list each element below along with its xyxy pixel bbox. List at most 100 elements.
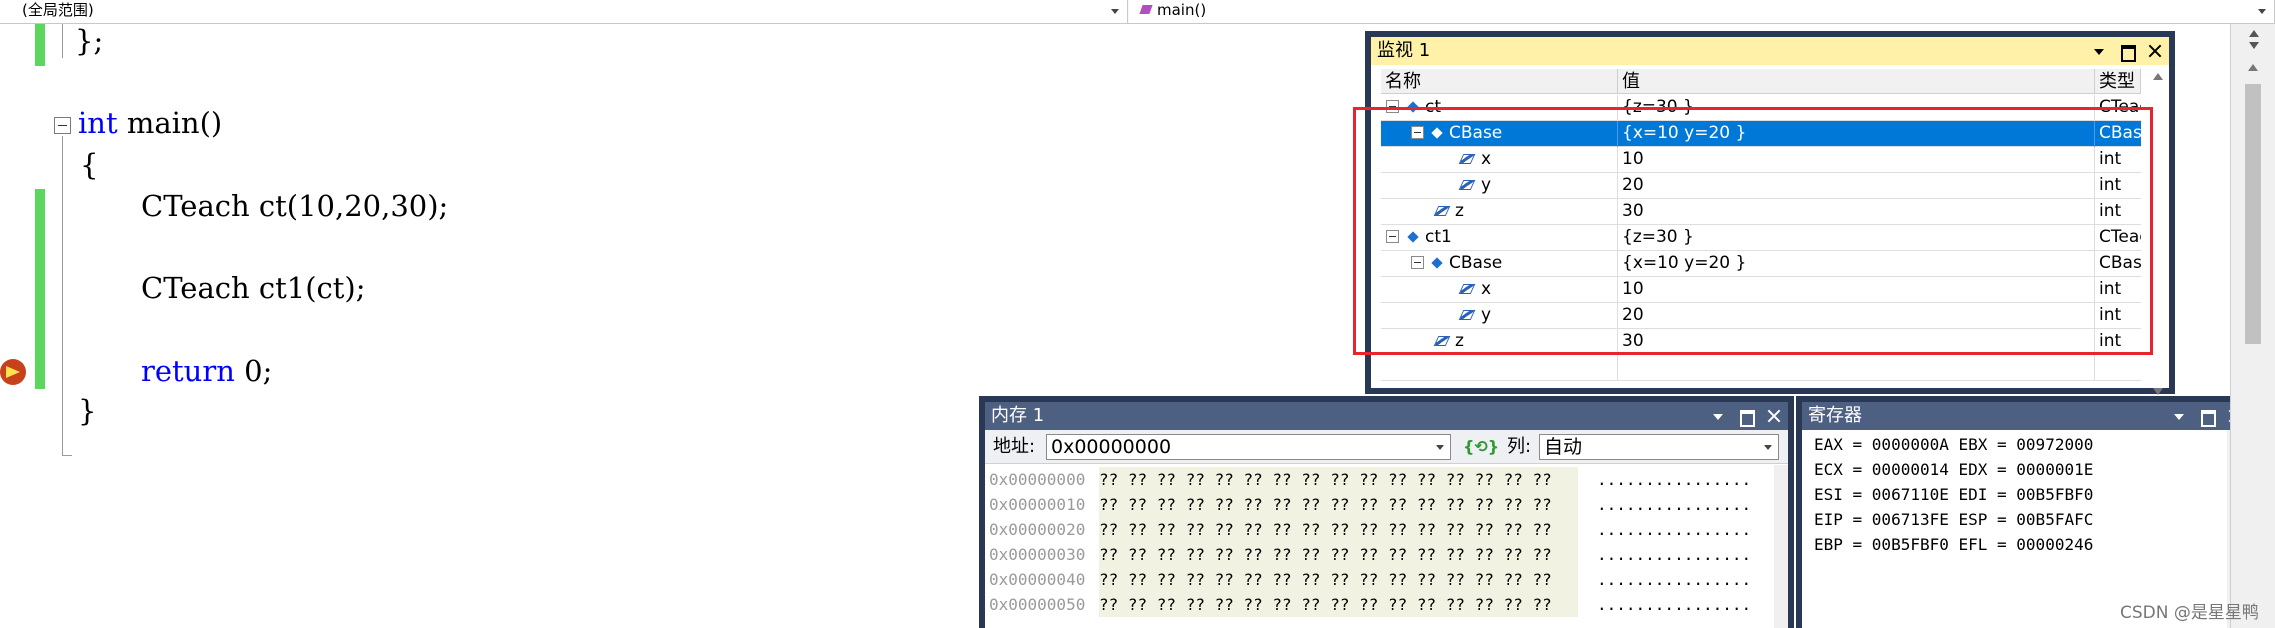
memory-address: 0x00000000 (989, 470, 1086, 489)
field-icon (1433, 206, 1451, 216)
column-header-name[interactable]: 名称 (1381, 69, 1618, 94)
columns-value: 自动 (1544, 436, 1583, 458)
window-menu-icon[interactable] (2171, 408, 2187, 424)
return-value: 0; (234, 354, 273, 388)
watch-name: z (1455, 201, 1464, 221)
watch-type: int (2099, 149, 2122, 169)
memory-title-bar[interactable]: 内存 1 (985, 402, 1788, 430)
scroll-thumb[interactable] (2245, 84, 2261, 344)
watch-scrollbar[interactable] (2151, 69, 2165, 399)
code-line-return: return 0; (141, 354, 272, 388)
watch-row-empty[interactable] (1381, 355, 2141, 381)
memory-bytes: ?? ?? ?? ?? ?? ?? ?? ?? ?? ?? ?? ?? ?? ?… (1099, 492, 1578, 517)
window-menu-icon[interactable] (2091, 43, 2107, 59)
memory-view[interactable]: 0x00000000 ?? ?? ?? ?? ?? ?? ?? ?? ?? ?? … (985, 465, 1788, 628)
watermark: CSDN @是星星鸭 (2120, 603, 2259, 623)
watch-row-ct[interactable]: ct {z=30 } CTeac (1381, 95, 2141, 121)
code-line-close-brace: } (78, 394, 97, 428)
column-header-type[interactable]: 类型 (2095, 69, 2141, 94)
memory-ascii: ................ (1597, 520, 1752, 539)
maximize-icon[interactable] (1738, 408, 1755, 427)
watch-name: CBase (1449, 123, 1503, 143)
watch-type: int (2099, 305, 2122, 325)
main-signature: main() (117, 106, 223, 140)
watch-grid: 名称 值 类型 ct {z=30 } CTeac CBase {x=10 y=2… (1371, 65, 2169, 395)
chevron-down-icon[interactable] (1764, 445, 1772, 450)
collapse-toggle-icon[interactable] (1386, 230, 1399, 243)
watch-row-z[interactable]: z 30 int (1381, 329, 2141, 355)
collapse-toggle-icon[interactable] (1411, 256, 1424, 269)
watch-row-x[interactable]: x 10 int (1381, 147, 2141, 173)
collapse-toggle-icon[interactable] (1411, 126, 1424, 139)
maximize-icon[interactable] (2199, 408, 2216, 427)
window-menu-icon[interactable] (1710, 408, 1726, 424)
memory-toolbar: 地址: 0x00000000 {⟲} 列: 自动 (985, 430, 1788, 464)
watch-name: CBase (1449, 253, 1503, 273)
editor-scrollbar[interactable] (2230, 24, 2275, 628)
registers-title-bar[interactable]: 寄存器 (1802, 402, 2249, 430)
memory-ascii: ................ (1597, 570, 1752, 589)
close-icon[interactable] (1766, 408, 1782, 424)
function-dropdown[interactable]: main() (1129, 0, 2275, 23)
memory-address: 0x00000040 (989, 570, 1086, 589)
watch-row-cbase-selected[interactable]: CBase {x=10 y=20 } CBase (1381, 121, 2141, 147)
address-input[interactable]: 0x00000000 (1046, 434, 1451, 460)
collapse-toggle-icon[interactable] (54, 117, 71, 134)
watch-header-row: 名称 值 类型 (1381, 69, 2141, 94)
code-line-class-end: }; (75, 24, 104, 58)
watch-row-x[interactable]: x 10 int (1381, 277, 2141, 303)
function-icon (1139, 5, 1153, 14)
memory-address: 0x00000030 (989, 545, 1086, 564)
memory-bytes: ?? ?? ?? ?? ?? ?? ?? ?? ?? ?? ?? ?? ?? ?… (1099, 592, 1578, 617)
scroll-up-icon[interactable] (2248, 64, 2258, 71)
watch-type: CTeac (2099, 227, 2141, 247)
collapse-toggle-icon[interactable] (1386, 100, 1399, 113)
watch-row-cbase[interactable]: CBase {x=10 y=20 } CBase (1381, 251, 2141, 277)
current-statement-arrow-icon (0, 359, 26, 385)
field-icon (1458, 180, 1476, 190)
watch-name: y (1481, 305, 1492, 325)
scope-dropdown[interactable]: (全局范围) (0, 0, 1128, 23)
object-icon (1407, 231, 1419, 243)
watch-row-z[interactable]: z 30 int (1381, 199, 2141, 225)
watch-value: 30 (1618, 329, 2095, 355)
watch-row-y[interactable]: y 20 int (1381, 303, 2141, 329)
watch-name: y (1481, 175, 1492, 195)
watch-value: 20 (1618, 303, 2095, 329)
memory-scrollbar[interactable] (1774, 465, 1788, 628)
close-icon[interactable] (2147, 43, 2163, 59)
split-window-icon[interactable] (2245, 30, 2263, 50)
memory-bytes: ?? ?? ?? ?? ?? ?? ?? ?? ?? ?? ?? ?? ?? ?… (1099, 467, 1578, 492)
scope-label: (全局范围) (22, 1, 94, 19)
watch-name: ct (1425, 97, 1442, 117)
code-line-main: int main() (78, 106, 222, 140)
column-header-value[interactable]: 值 (1618, 69, 2095, 94)
watch-row-ct1[interactable]: ct1 {z=30 } CTeac (1381, 225, 2141, 251)
watch-window: 监视 1 名称 值 类型 ct {z=30 } CTeac CBase {x=1… (1365, 31, 2175, 395)
outline-line (62, 455, 72, 456)
code-line-ct: CTeach ct(10,20,30); (141, 189, 449, 223)
chevron-down-icon[interactable] (1436, 445, 1444, 450)
memory-address: 0x00000050 (989, 595, 1086, 614)
chevron-down-icon (2258, 9, 2266, 14)
watch-row-y[interactable]: y 20 int (1381, 173, 2141, 199)
maximize-icon[interactable] (2119, 43, 2136, 62)
memory-address: 0x00000010 (989, 495, 1086, 514)
object-icon (1431, 257, 1443, 269)
columns-dropdown[interactable]: 自动 (1539, 434, 1779, 460)
watch-title-bar[interactable]: 监视 1 (1371, 37, 2169, 65)
outline-line (62, 24, 63, 58)
watch-type: int (2099, 201, 2122, 221)
scroll-up-icon[interactable] (2153, 73, 2163, 80)
address-label: 地址: (993, 436, 1036, 457)
watch-value: 30 (1618, 199, 2095, 225)
memory-title: 内存 1 (991, 405, 1045, 426)
object-icon (1407, 101, 1419, 113)
memory-window: 内存 1 地址: 0x00000000 {⟲} 列: 自动 0x00000000… (979, 396, 1794, 628)
memory-address: 0x00000020 (989, 520, 1086, 539)
watch-type: CTeac (2099, 97, 2141, 117)
scroll-down-icon[interactable] (2153, 388, 2163, 395)
field-icon (1458, 284, 1476, 294)
outline-line (62, 136, 63, 456)
refresh-icon[interactable]: {⟲} (1463, 435, 1499, 459)
